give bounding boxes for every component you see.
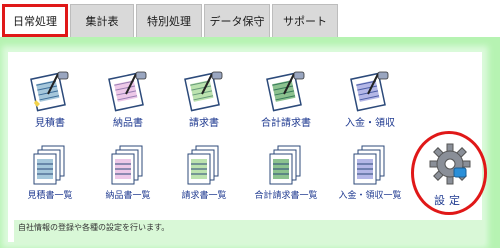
- tab-summary-tables[interactable]: 集計表: [70, 4, 134, 37]
- tab-label: サポート: [283, 15, 327, 28]
- delivery-slip-icon: [108, 71, 147, 112]
- tab-special-processing[interactable]: 特別処理: [136, 4, 202, 37]
- menu-area: 見積書 納品書 請求書 合計請求書 入金・領収 見積書一覧 納品書一覧 請求書一…: [8, 52, 484, 244]
- quote-document-icon: [30, 71, 69, 112]
- menu-item-delivery-list[interactable]: 納品書一覧: [98, 144, 158, 201]
- payment-receipt-icon: [350, 71, 389, 112]
- tab-bar: 日常処理 集計表 特別処理 データ保守 サポート: [0, 0, 500, 37]
- menu-item-label: 請求書: [189, 118, 219, 129]
- tab-data-maintenance[interactable]: データ保守: [204, 4, 270, 37]
- menu-item-label: 納品書一覧: [105, 191, 151, 201]
- summary-invoice-list-icon: [269, 145, 301, 185]
- tab-label: データ保守: [209, 15, 265, 28]
- menu-item-delivery[interactable]: 納品書: [98, 70, 158, 129]
- delivery-list-icon: [111, 145, 143, 185]
- tab-label: 集計表: [85, 15, 119, 28]
- status-message: 自社情報の登録や各種の設定を行います。: [14, 220, 484, 244]
- gear-icon: [429, 143, 471, 185]
- menu-item-summary-invoice[interactable]: 合計請求書: [251, 70, 321, 129]
- menu-item-label: 請求書一覧: [181, 191, 227, 201]
- menu-item-label: 見積書: [35, 118, 65, 129]
- summary-invoice-icon: [266, 71, 305, 112]
- settings-label: 設定: [434, 194, 464, 207]
- tab-label: 特別処理: [147, 15, 191, 28]
- tab-support[interactable]: サポート: [272, 4, 338, 37]
- menu-item-label: 合計請求書一覧: [254, 191, 318, 201]
- menu-item-label: 入金・領収: [345, 118, 395, 129]
- menu-item-invoice[interactable]: 請求書: [174, 70, 234, 129]
- payment-list-icon: [353, 145, 385, 185]
- menu-item-label: 入金・領収一覧: [338, 191, 402, 201]
- settings-button[interactable]: 設定: [411, 131, 487, 215]
- quote-list-icon: [33, 145, 65, 185]
- menu-item-quote[interactable]: 見積書: [20, 70, 80, 129]
- menu-item-summary-invoice-list[interactable]: 合計請求書一覧: [248, 144, 324, 201]
- tab-label: 日常処理: [13, 15, 57, 28]
- menu-item-quote-list[interactable]: 見積書一覧: [20, 144, 80, 201]
- main-panel: 見積書 納品書 請求書 合計請求書 入金・領収 見積書一覧 納品書一覧 請求書一…: [0, 37, 500, 248]
- menu-item-label: 合計請求書: [261, 118, 311, 129]
- invoice-list-icon: [187, 145, 219, 185]
- invoice-document-icon: [184, 71, 223, 112]
- menu-item-label: 見積書一覧: [27, 191, 73, 201]
- tab-daily-processing[interactable]: 日常処理: [2, 4, 68, 37]
- menu-item-payment-list[interactable]: 入金・領収一覧: [334, 144, 406, 201]
- menu-item-payment-receipt[interactable]: 入金・領収: [338, 70, 402, 129]
- menu-item-label: 納品書: [113, 118, 143, 129]
- menu-item-invoice-list[interactable]: 請求書一覧: [174, 144, 234, 201]
